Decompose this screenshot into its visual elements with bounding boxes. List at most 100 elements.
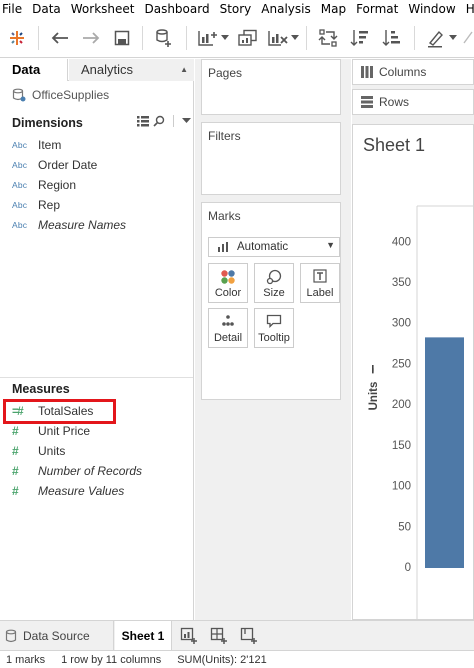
- menu-worksheet[interactable]: Worksheet: [66, 0, 140, 18]
- field-label: Units: [38, 444, 66, 458]
- y-tick-label: 250: [392, 358, 411, 370]
- field-region[interactable]: Abc Region: [12, 176, 76, 194]
- marks-card: Marks Automatic ▼ Color Size Label Detai…: [201, 202, 341, 400]
- tab-data[interactable]: Data: [0, 59, 68, 81]
- y-axis-label[interactable]: Units: [368, 382, 380, 411]
- detail-label: Detail: [213, 332, 243, 344]
- dimension-string-icon: Abc: [12, 200, 28, 210]
- field-number-of-records[interactable]: # Number of Records: [12, 462, 142, 480]
- text-label-icon: [313, 269, 327, 283]
- filters-title: Filters: [208, 129, 241, 143]
- datasource-icon: [12, 88, 26, 102]
- datasource-item[interactable]: OfficeSupplies: [12, 87, 109, 103]
- label-button[interactable]: Label: [300, 263, 340, 303]
- field-measure-values[interactable]: # Measure Values: [12, 482, 124, 500]
- new-worksheet-icon[interactable]: [180, 627, 198, 648]
- new-worksheet-icon[interactable]: [196, 26, 220, 50]
- field-units[interactable]: # Units: [12, 442, 65, 460]
- menu-dashboard[interactable]: Dashboard: [139, 0, 214, 18]
- tab-analytics[interactable]: Analytics ▲: [69, 59, 194, 81]
- chevron-down-icon[interactable]: [182, 118, 191, 124]
- back-arrow-icon[interactable]: [48, 26, 72, 50]
- y-tick-label: 350: [392, 277, 411, 289]
- measure-number-icon: #: [12, 424, 19, 438]
- pane-divider[interactable]: [0, 377, 193, 378]
- tab-sheet-1[interactable]: Sheet 1: [115, 621, 172, 651]
- size-icon: [266, 269, 282, 285]
- menu-help[interactable]: Help: [461, 0, 474, 18]
- chevron-down-icon[interactable]: [290, 26, 300, 50]
- status-layout: 1 row by 11 columns: [61, 653, 162, 666]
- menu-story[interactable]: Story: [215, 0, 257, 18]
- field-label: Item: [38, 138, 62, 152]
- datasource-label: OfficeSupplies: [32, 88, 110, 102]
- menu-window[interactable]: Window: [403, 0, 460, 18]
- measure-number-icon: #: [12, 464, 19, 478]
- bar-alex[interactable]: [425, 337, 464, 568]
- field-label: Region: [38, 178, 77, 192]
- save-icon[interactable]: [110, 26, 134, 50]
- tab-data-source[interactable]: Data Source: [0, 621, 114, 651]
- chevron-down-icon[interactable]: [448, 26, 458, 50]
- new-dashboard-icon[interactable]: [210, 627, 228, 648]
- forward-arrow-icon[interactable]: [79, 26, 103, 50]
- field-order-date[interactable]: Abc Order Date: [12, 156, 97, 174]
- filters-shelf[interactable]: Filters: [201, 122, 341, 195]
- columns-label: Columns: [379, 65, 427, 79]
- measure-number-icon: #: [12, 444, 19, 458]
- sort-ascending-icon[interactable]: [348, 26, 372, 50]
- pen-icon[interactable]: [462, 26, 474, 50]
- mark-type-dropdown[interactable]: Automatic ▼: [208, 237, 340, 257]
- color-button[interactable]: Color: [208, 263, 248, 303]
- field-label: Unit Price: [38, 424, 91, 438]
- rows-icon: [361, 96, 373, 108]
- y-tick-label: 50: [398, 521, 411, 533]
- chevron-down-icon[interactable]: [220, 26, 230, 50]
- view-area: Columns Rows Sheet 1 0 50 100 150 200 250 300 3…: [352, 59, 474, 621]
- menu-bar: File Data Worksheet Dashboard Story Analysis M…: [0, 0, 474, 18]
- highlight-pen-icon[interactable]: [424, 26, 448, 50]
- field-label: Measure Values: [38, 484, 125, 498]
- new-datasource-icon[interactable]: [152, 26, 176, 50]
- menu-map[interactable]: Map: [316, 0, 351, 18]
- field-measure-names[interactable]: Abc Measure Names: [12, 216, 126, 234]
- field-label: Measure Names: [38, 218, 127, 232]
- chevron-down-icon: ▼: [326, 240, 335, 250]
- field-unit-price[interactable]: # Unit Price: [12, 422, 90, 440]
- swap-icon[interactable]: [316, 26, 340, 50]
- view-list-icon[interactable]: [137, 115, 149, 127]
- dimension-string-icon: Abc: [12, 180, 28, 190]
- tableau-logo-icon[interactable]: [5, 26, 29, 50]
- search-icon[interactable]: [153, 115, 165, 127]
- color-label: Color: [214, 287, 242, 299]
- field-item[interactable]: Abc Item: [12, 136, 61, 154]
- columns-shelf[interactable]: Columns: [352, 59, 474, 85]
- worksheet-view: Sheet 1 050100150200250300350400UnitsAle…: [352, 124, 474, 621]
- measures-title: Measures: [12, 382, 70, 396]
- sort-descending-icon[interactable]: [380, 26, 404, 50]
- tooltip-label: Tooltip: [258, 332, 290, 344]
- tooltip-button[interactable]: Tooltip: [254, 308, 294, 348]
- size-button[interactable]: Size: [254, 263, 294, 303]
- menu-format[interactable]: Format: [351, 0, 403, 18]
- measure-number-icon: #: [12, 484, 19, 498]
- pages-shelf[interactable]: Pages: [201, 59, 341, 115]
- size-label: Size: [263, 287, 285, 299]
- status-sum: SUM(Units): 2'121: [177, 653, 267, 666]
- updown-arrow-icon: ▲: [180, 65, 188, 74]
- status-bar: 1 marks 1 row by 11 columns SUM(Units): …: [0, 650, 474, 668]
- menu-file[interactable]: File: [0, 0, 27, 18]
- menu-data[interactable]: Data: [27, 0, 66, 18]
- data-pane: Data Analytics ▲ OfficeSupplies Dimensio…: [0, 59, 194, 620]
- dimension-string-icon: Abc: [12, 220, 28, 230]
- detail-icon: [222, 315, 234, 326]
- duplicate-icon[interactable]: [236, 26, 260, 50]
- clear-icon[interactable]: [266, 26, 290, 50]
- rows-shelf[interactable]: Rows: [352, 89, 474, 115]
- detail-button[interactable]: Detail: [208, 308, 248, 348]
- field-rep[interactable]: Abc Rep: [12, 196, 60, 214]
- axis-sort-icon[interactable]: [372, 365, 374, 374]
- tab-analytics-label: Analytics: [81, 62, 134, 77]
- menu-analysis[interactable]: Analysis: [256, 0, 315, 18]
- new-story-icon[interactable]: [240, 627, 258, 648]
